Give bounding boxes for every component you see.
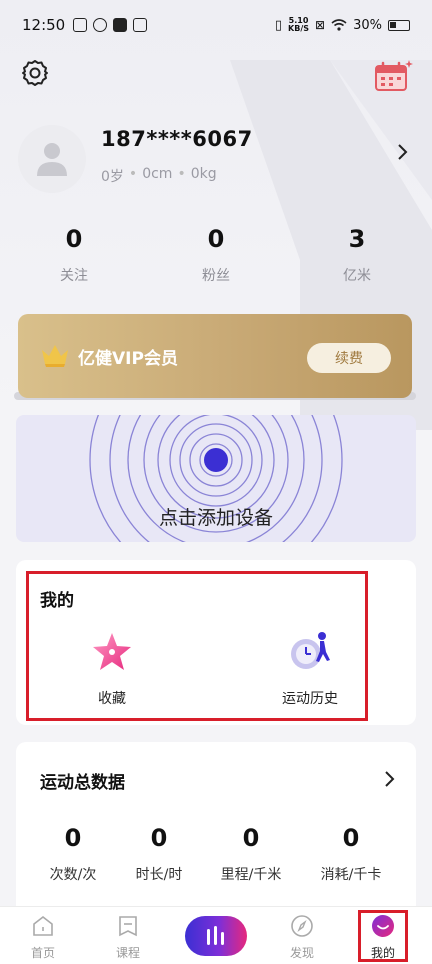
user-weight: 0kg <box>190 166 217 182</box>
compass-icon <box>291 915 313 937</box>
sport-bars-icon <box>207 926 224 945</box>
vibrate-icon: ▯ <box>274 17 283 33</box>
status-time: 12:50 <box>22 16 66 34</box>
gear-icon <box>22 60 48 86</box>
favorites-item[interactable]: 收藏 <box>82 630 142 708</box>
wifi-icon <box>331 19 347 31</box>
profile-arrow-button[interactable] <box>396 143 410 161</box>
star-icon <box>93 633 131 670</box>
tiktok-icon <box>113 18 128 32</box>
user-meta: 0岁 • 0cm • 0kg <box>101 166 217 185</box>
stat-followers[interactable]: 0 粉丝 <box>166 225 266 285</box>
tab-course[interactable]: 课程 <box>98 914 158 961</box>
stat-following[interactable]: 0 关注 <box>24 225 124 285</box>
user-age: 0岁 <box>101 169 124 185</box>
runner-clock-icon <box>291 632 330 669</box>
add-device-label: 点击添加设备 <box>158 507 273 529</box>
tab-home[interactable]: 首页 <box>13 914 73 961</box>
calendar-icon <box>375 60 413 91</box>
crown-icon <box>42 345 68 367</box>
sport-history-label: 运动历史 <box>282 691 338 707</box>
status-bar: 12:50 ▯ 5.10 KB/S ⊠ 30% <box>0 0 432 50</box>
stat-meters[interactable]: 3 亿米 <box>307 225 407 285</box>
avatar[interactable] <box>18 125 86 193</box>
chevron-right-icon <box>398 144 408 160</box>
notification-icon <box>73 18 88 32</box>
course-icon <box>119 916 137 937</box>
settings-button[interactable] <box>20 58 50 88</box>
tab-sport-center-button[interactable] <box>185 916 247 956</box>
tab-mine-highlight <box>358 910 408 962</box>
sport-data-arrow[interactable] <box>384 770 396 788</box>
tab-discover[interactable]: 发现 <box>272 914 332 961</box>
username[interactable]: 187****6067 <box>101 127 253 151</box>
sport-stat-distance: 0 里程/千米 <box>220 824 282 883</box>
sport-data-title: 运动总数据 <box>40 773 125 793</box>
my-section-title: 我的 <box>40 591 74 611</box>
network-speed: 5.10 KB/S <box>288 16 310 33</box>
sim-icon: ⊠ <box>315 18 326 32</box>
sport-stat-duration: 0 时长/时 <box>135 824 183 883</box>
home-icon <box>33 915 53 936</box>
user-height: 0cm <box>142 166 173 182</box>
chevron-right-icon <box>385 771 395 787</box>
vip-title: 亿健VIP会员 <box>78 349 178 369</box>
sport-stat-count: 0 次数/次 <box>49 824 97 883</box>
favorites-label: 收藏 <box>98 691 126 707</box>
app-notification-icon <box>93 18 108 32</box>
message-icon <box>133 18 148 32</box>
vip-card[interactable]: 亿健VIP会员 续费 <box>18 314 412 398</box>
user-avatar-icon <box>37 143 67 176</box>
battery-percent: 30% <box>353 17 382 33</box>
sport-stat-calories: 0 消耗/千卡 <box>320 824 382 883</box>
calendar-button[interactable] <box>372 58 414 94</box>
vip-renew-button[interactable]: 续费 <box>307 343 391 373</box>
add-device-card[interactable]: 点击添加设备 <box>16 415 416 542</box>
battery-icon <box>388 19 410 31</box>
sport-history-item[interactable]: 运动历史 <box>272 630 348 708</box>
